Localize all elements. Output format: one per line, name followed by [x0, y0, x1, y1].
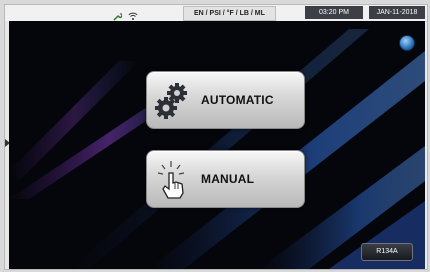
main-screen: AUTOMATIC MANUAL R134A [9, 21, 425, 269]
top-status-bar: EN / PSI / °F / LB / ML 03:20 PM JAN-11-… [5, 5, 427, 22]
date-display: JAN-11-2018 [369, 6, 425, 19]
device-frame: EN / PSI / °F / LB / ML 03:20 PM JAN-11-… [4, 4, 428, 270]
background-stripes [9, 29, 425, 269]
settings-icon[interactable] [399, 35, 415, 51]
manual-label: MANUAL [201, 172, 255, 186]
units-indicator[interactable]: EN / PSI / °F / LB / ML [183, 6, 276, 21]
automatic-button[interactable]: AUTOMATIC [146, 71, 305, 129]
refrigerant-button[interactable]: R134A [361, 243, 413, 261]
manual-button[interactable]: MANUAL [146, 150, 305, 208]
gears-icon [153, 80, 193, 120]
automatic-label: AUTOMATIC [201, 93, 274, 107]
hand-pointer-icon [153, 159, 193, 199]
time-display: 03:20 PM [305, 6, 363, 19]
